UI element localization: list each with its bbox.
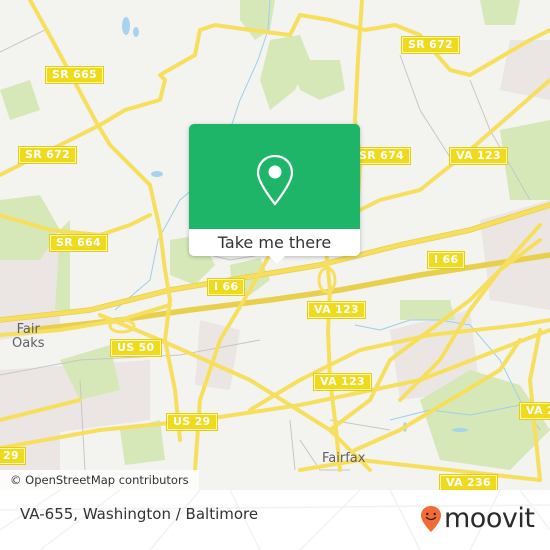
road-shield-va123: VA 123 (307, 301, 366, 319)
road-shield-us50: US 50 (110, 339, 162, 357)
road-shield-i66: I 66 (426, 251, 466, 269)
location-title: VA-655, Washington / Baltimore (20, 505, 259, 523)
road-shield-sr665: SR 665 (45, 66, 104, 84)
road-shield-va236: VA 236 (519, 402, 550, 420)
place-label-line: Fair (16, 322, 40, 337)
road-shield-sr672: SR 672 (401, 36, 460, 54)
map-attribution[interactable]: © OpenStreetMap contributors (0, 470, 199, 490)
place-label-line: Oaks (12, 336, 45, 351)
road-shield-sr672: SR 672 (18, 146, 77, 164)
map-pin-icon (256, 154, 294, 206)
road-shield-sr674: SR 674 (352, 147, 411, 165)
location-popup: Take me there (189, 124, 360, 264)
road-shield-sr664: SR 664 (49, 234, 108, 252)
place-label-fairfax: Fairfax (322, 451, 366, 466)
popup-footer: Take me there (189, 229, 360, 256)
road-shield-va123: VA 123 (313, 373, 372, 391)
moovit-wordmark: moovit (444, 503, 535, 534)
map-view[interactable]: SR 665 SR 672 SR 672 SR 674 VA 123 SR 66… (0, 0, 550, 490)
popup-pointer (268, 255, 286, 264)
road-shield-us29: 29 (0, 447, 26, 465)
moovit-logo[interactable]: moovit (420, 503, 535, 534)
popup-header (189, 124, 360, 229)
road-shield-va236: VA 236 (439, 474, 498, 490)
moovit-smiley-pin-icon (421, 506, 441, 532)
place-label-fair-oaks: Fair Oaks (12, 323, 45, 351)
take-me-there-button[interactable]: Take me there (189, 229, 360, 256)
interchanges (108, 266, 337, 334)
footer-bar: VA-655, Washington / Baltimore moovit (0, 490, 550, 550)
road-shield-i66: I 66 (206, 278, 246, 296)
road-shield-us29: US 29 (166, 413, 218, 431)
road-shield-va123: VA 123 (449, 147, 508, 165)
